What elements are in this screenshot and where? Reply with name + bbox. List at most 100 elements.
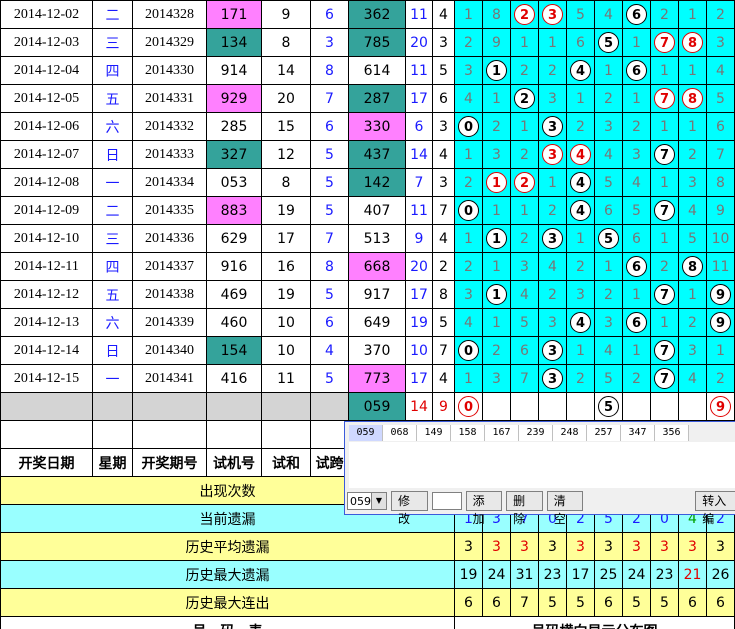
stats-value: 5 <box>650 588 679 617</box>
number-ball: 2 <box>514 172 535 193</box>
distribution-cell-8: 1 <box>678 112 707 141</box>
table-row[interactable]: 2014-12-08 一 2014334 053 8 5 142 7 3 2 1 2 1 4 5 4 1 3 8 <box>0 168 735 197</box>
distribution-cell-8: 3 <box>678 336 707 365</box>
weekday-cell: 日 <box>92 140 133 169</box>
issue-cell: 2014340 <box>132 336 207 365</box>
table-row[interactable]: 2014-12-05 五 2014331 929 20 7 287 17 6 4 1 2 3 1 2 1 7 8 5 <box>0 84 735 113</box>
trial-number-cell: 629 <box>206 224 262 253</box>
trial-number-cell: 327 <box>206 140 262 169</box>
draw-span-cell: 7 <box>432 336 455 365</box>
draw-number-cell: 287 <box>348 84 406 113</box>
candidate-number[interactable]: 248 <box>553 425 587 441</box>
distribution-cell-6: 6 <box>622 0 651 29</box>
issue-cell: 2014338 <box>132 280 207 309</box>
candidate-number[interactable]: 167 <box>485 425 519 441</box>
weekday-cell: 三 <box>92 224 133 253</box>
table-row[interactable]: 2014-12-14 日 2014340 154 10 4 370 10 7 0 2 6 3 1 4 1 7 3 1 <box>0 336 735 365</box>
table-row[interactable]: 2014-12-09 二 2014335 883 19 5 407 11 7 0 1 1 2 4 6 5 7 4 9 <box>0 196 735 225</box>
number-ball: 8 <box>682 32 703 53</box>
header-issue: 开奖期号 <box>132 448 207 477</box>
table-row[interactable]: 2014-12-06 六 2014332 285 15 6 330 6 3 0 2 1 3 2 3 2 1 1 6 <box>0 112 735 141</box>
modify-button[interactable]: 修改 <box>391 491 428 526</box>
trial-span-cell: 5 <box>310 364 349 393</box>
draw-sum-cell: 11 <box>405 0 433 29</box>
table-row[interactable]: 2014-12-04 四 2014330 914 14 8 614 11 5 3 1 2 2 4 1 6 1 1 4 <box>0 56 735 85</box>
trial-sum-cell: 8 <box>261 168 311 197</box>
distribution-cell-8: 4 <box>678 196 707 225</box>
number-ball: 3 <box>542 368 563 389</box>
weekday-cell: 一 <box>92 168 133 197</box>
draw-span-cell: 5 <box>432 308 455 337</box>
candidate-number[interactable]: 239 <box>519 425 553 441</box>
distribution-cell-1: 2 <box>482 112 511 141</box>
candidate-number[interactable]: 068 <box>383 425 417 441</box>
trial-number-cell: 469 <box>206 280 262 309</box>
table-row[interactable]: 2014-12-13 六 2014339 460 10 6 649 19 5 4 1 5 3 4 3 6 1 2 9 <box>0 308 735 337</box>
distribution-cell-0: 0 <box>454 336 483 365</box>
trial-span-cell: 8 <box>310 56 349 85</box>
trial-number-cell: 134 <box>206 28 262 57</box>
table-row[interactable]: 2014-12-03 三 2014329 134 8 3 785 20 3 2 9 1 1 6 5 1 7 8 3 <box>0 28 735 57</box>
pending-row: 059 14 9 0 5 9 <box>0 392 735 421</box>
draw-sum-cell: 14 <box>405 140 433 169</box>
weekday-cell: 二 <box>92 196 133 225</box>
candidate-number[interactable]: 158 <box>451 425 485 441</box>
pending-sum-cell: 14 <box>405 392 433 421</box>
table-row[interactable]: 2014-12-11 四 2014337 916 16 8 668 20 2 2 1 3 4 2 1 6 2 8 1… <box>0 252 735 281</box>
distribution-cell-5: 4 <box>594 0 623 29</box>
distribution-cell-1: 3 <box>482 364 511 393</box>
number-ball: 9 <box>710 312 731 333</box>
trial-span-cell: 6 <box>310 308 349 337</box>
table-row[interactable]: 2014-12-12 五 2014338 469 19 5 917 17 8 3 1 4 2 3 2 1 7 1 9 <box>0 280 735 309</box>
table-row[interactable]: 2014-12-02 二 2014328 171 9 6 362 11 4 1 8 2 3 5 4 6 2 1 2 <box>0 0 735 29</box>
number-text-input[interactable] <box>431 492 462 510</box>
draw-number-cell: 785 <box>348 28 406 57</box>
trial-span-cell: 7 <box>310 224 349 253</box>
table-row[interactable]: 2014-12-15 一 2014341 416 11 5 773 17 4 1 3 7 3 2 5 2 7 4 2 <box>0 364 735 393</box>
candidate-number[interactable]: 347 <box>621 425 655 441</box>
table-row[interactable]: 2014-12-10 三 2014336 629 17 7 513 9 4 1 1 2 3 1 5 6 1 5 10 <box>0 224 735 253</box>
distribution-cell-4: 1 <box>566 336 595 365</box>
stats-value: 24 <box>622 560 651 589</box>
candidate-number[interactable]: 149 <box>417 425 451 441</box>
date-cell: 2014-12-14 <box>0 336 93 365</box>
clear-button[interactable]: 清空 <box>546 491 584 526</box>
stats-value: 26 <box>706 560 735 589</box>
distribution-cell-9: 4 <box>706 56 735 85</box>
add-button[interactable]: 添加 <box>465 491 503 526</box>
issue-cell: 2014334 <box>132 168 207 197</box>
distribution-cell-2: 1 <box>510 28 539 57</box>
distribution-cell-5: 4 <box>594 336 623 365</box>
draw-number-cell: 142 <box>348 168 406 197</box>
stats-label: 历史平均遗漏 <box>0 532 455 561</box>
date-cell: 2014-12-12 <box>0 280 93 309</box>
number-ball: 1 <box>486 284 507 305</box>
number-select[interactable]: 059 ▼ <box>347 492 387 510</box>
issue-cell: 2014330 <box>132 56 207 85</box>
candidate-number[interactable]: 059 <box>349 425 383 441</box>
number-input-panel: 059 068 149 158 167 239 248 257 347 356 059 ▼ 修改 … <box>344 421 735 526</box>
distribution-cell-0: 3 <box>454 56 483 85</box>
transfer-button[interactable]: 转入编 <box>695 491 735 526</box>
distribution-cell-6: 5 <box>622 196 651 225</box>
number-ball: 5 <box>598 32 619 53</box>
distribution-cell-7: 2 <box>650 0 679 29</box>
distribution-cell-1: 1 <box>482 280 511 309</box>
date-cell: 2014-12-05 <box>0 84 93 113</box>
number-ball: 4 <box>570 172 591 193</box>
delete-button[interactable]: 删除 <box>506 491 543 526</box>
distribution-cell-1: 3 <box>482 140 511 169</box>
candidate-number[interactable]: 356 <box>655 425 689 441</box>
candidate-number-list[interactable]: 059 068 149 158 167 239 248 257 347 356 <box>349 425 689 441</box>
number-ball: 7 <box>654 32 675 53</box>
candidate-number[interactable]: 257 <box>587 425 621 441</box>
distribution-cell-2: 1 <box>510 112 539 141</box>
panel-content-area <box>349 442 735 488</box>
table-row[interactable]: 2014-12-07 日 2014333 327 12 5 437 14 4 1 3 2 3 4 4 3 7 2 7 <box>0 140 735 169</box>
chevron-down-icon[interactable]: ▼ <box>371 493 386 509</box>
trial-span-cell: 5 <box>310 168 349 197</box>
draw-sum-cell: 17 <box>405 280 433 309</box>
distribution-cell-5: 5 <box>594 364 623 393</box>
distribution-cell-2: 3 <box>510 252 539 281</box>
distribution-cell-5: 4 <box>594 140 623 169</box>
